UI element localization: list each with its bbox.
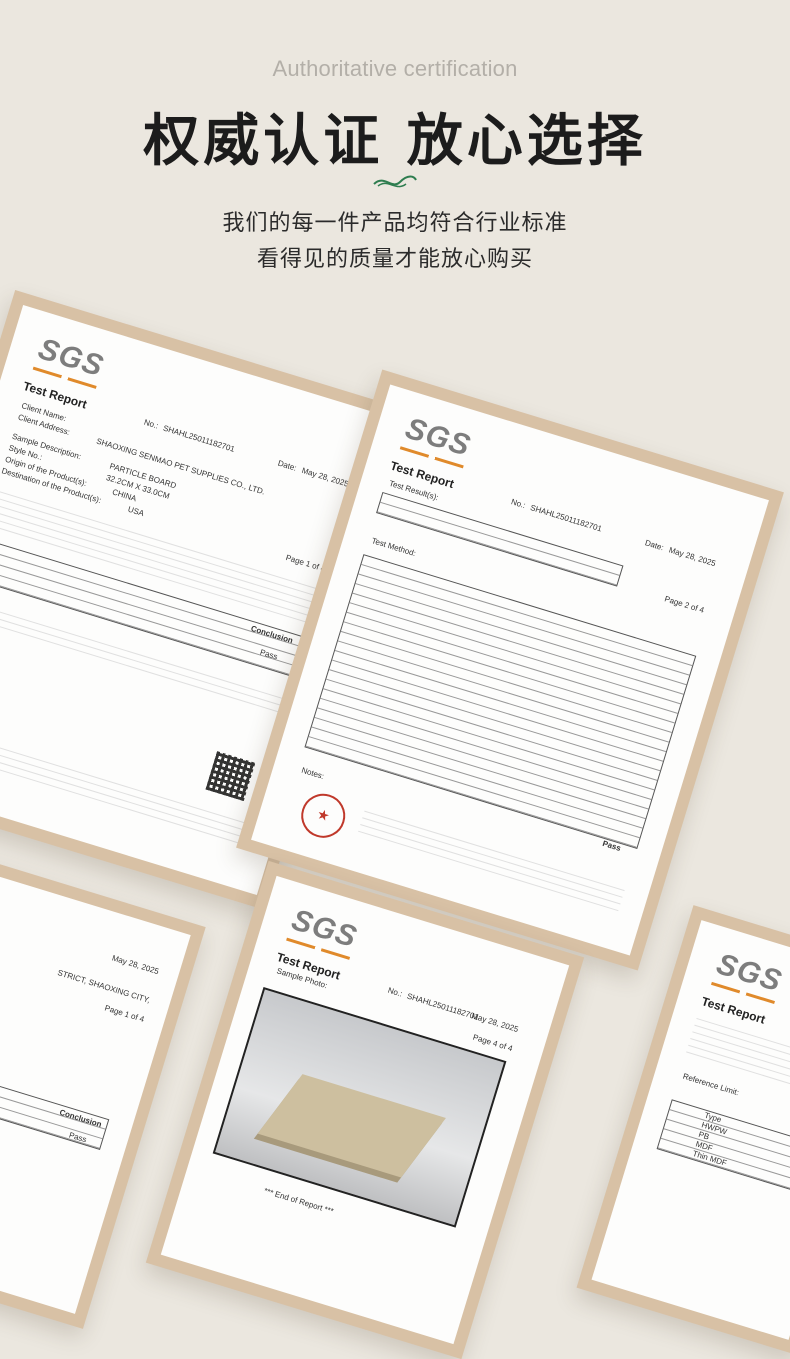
certificate-frame-e: SGS Test Report Reference Limit: Type HW… [576,905,790,1355]
report-no-label: No.: [509,497,527,511]
sgs-logo: SGS [34,332,108,384]
report-no: SHAHL25011182701 [405,991,480,1022]
eyebrow-text: Authoritative certification [272,56,518,81]
report-date: May 28, 2025 [470,1011,520,1035]
report-date-label: Date: [276,458,298,473]
report-no: SHAHL25011182701 [162,423,236,454]
report-date: May 28, 2025 [300,465,350,489]
particle-board-sample [257,1074,446,1178]
report-date: May 28, 2025 [667,545,717,569]
subtitle-line-2: 看得见的质量才能放心购买 [256,247,533,272]
notes-label: Notes: [300,765,326,782]
end-of-report-text: *** End of Report *** [262,1186,335,1217]
destination-value: USA [126,504,146,519]
report-no-label: No.: [142,417,160,431]
test-method-label: Test Method: [370,536,417,559]
result-table [0,1064,110,1150]
leaf-ornament-icon [373,175,417,188]
sgs-logo: SGS [287,903,361,955]
certificate-frame-d: SGS Test Report Sample Photo: No.: SHAHL… [145,860,585,1359]
sgs-logo: SGS [712,947,786,999]
emission-results-table [304,554,697,850]
qr-code [205,751,256,802]
header: Authoritative certification 权威认证 放心选择 我们… [0,0,790,280]
certificate-paper: SGS Test Report Sample Photo: No.: SHAHL… [160,875,570,1345]
page-number: Page 2 of 4 [663,594,706,615]
sgs-logo: SGS [401,411,475,463]
reference-limit-label: Reference Limit: [681,1071,741,1098]
client-address-fragment: STRICT, SHAOXING CITY, [56,968,152,1005]
page-number: Page 4 of 4 [471,1032,514,1054]
report-date-label: Date: [643,538,665,553]
official-stamp-icon: ★ [295,788,351,844]
page-number: Page 1 of 4 [103,1003,146,1024]
certificate-paper: SGS Test Report Reference Limit: Type HW… [591,920,790,1340]
subtitle-line-1: 我们的每一件产品均符合行业标准 [222,211,568,236]
limit-table [656,1099,790,1196]
report-no-label: No.: [386,985,404,999]
sample-photo [212,986,507,1228]
page-title: 权威认证 放心选择 [143,109,647,174]
report-date: May 28, 2025 [110,953,160,977]
report-no: SHAHL25011182701 [529,503,603,534]
